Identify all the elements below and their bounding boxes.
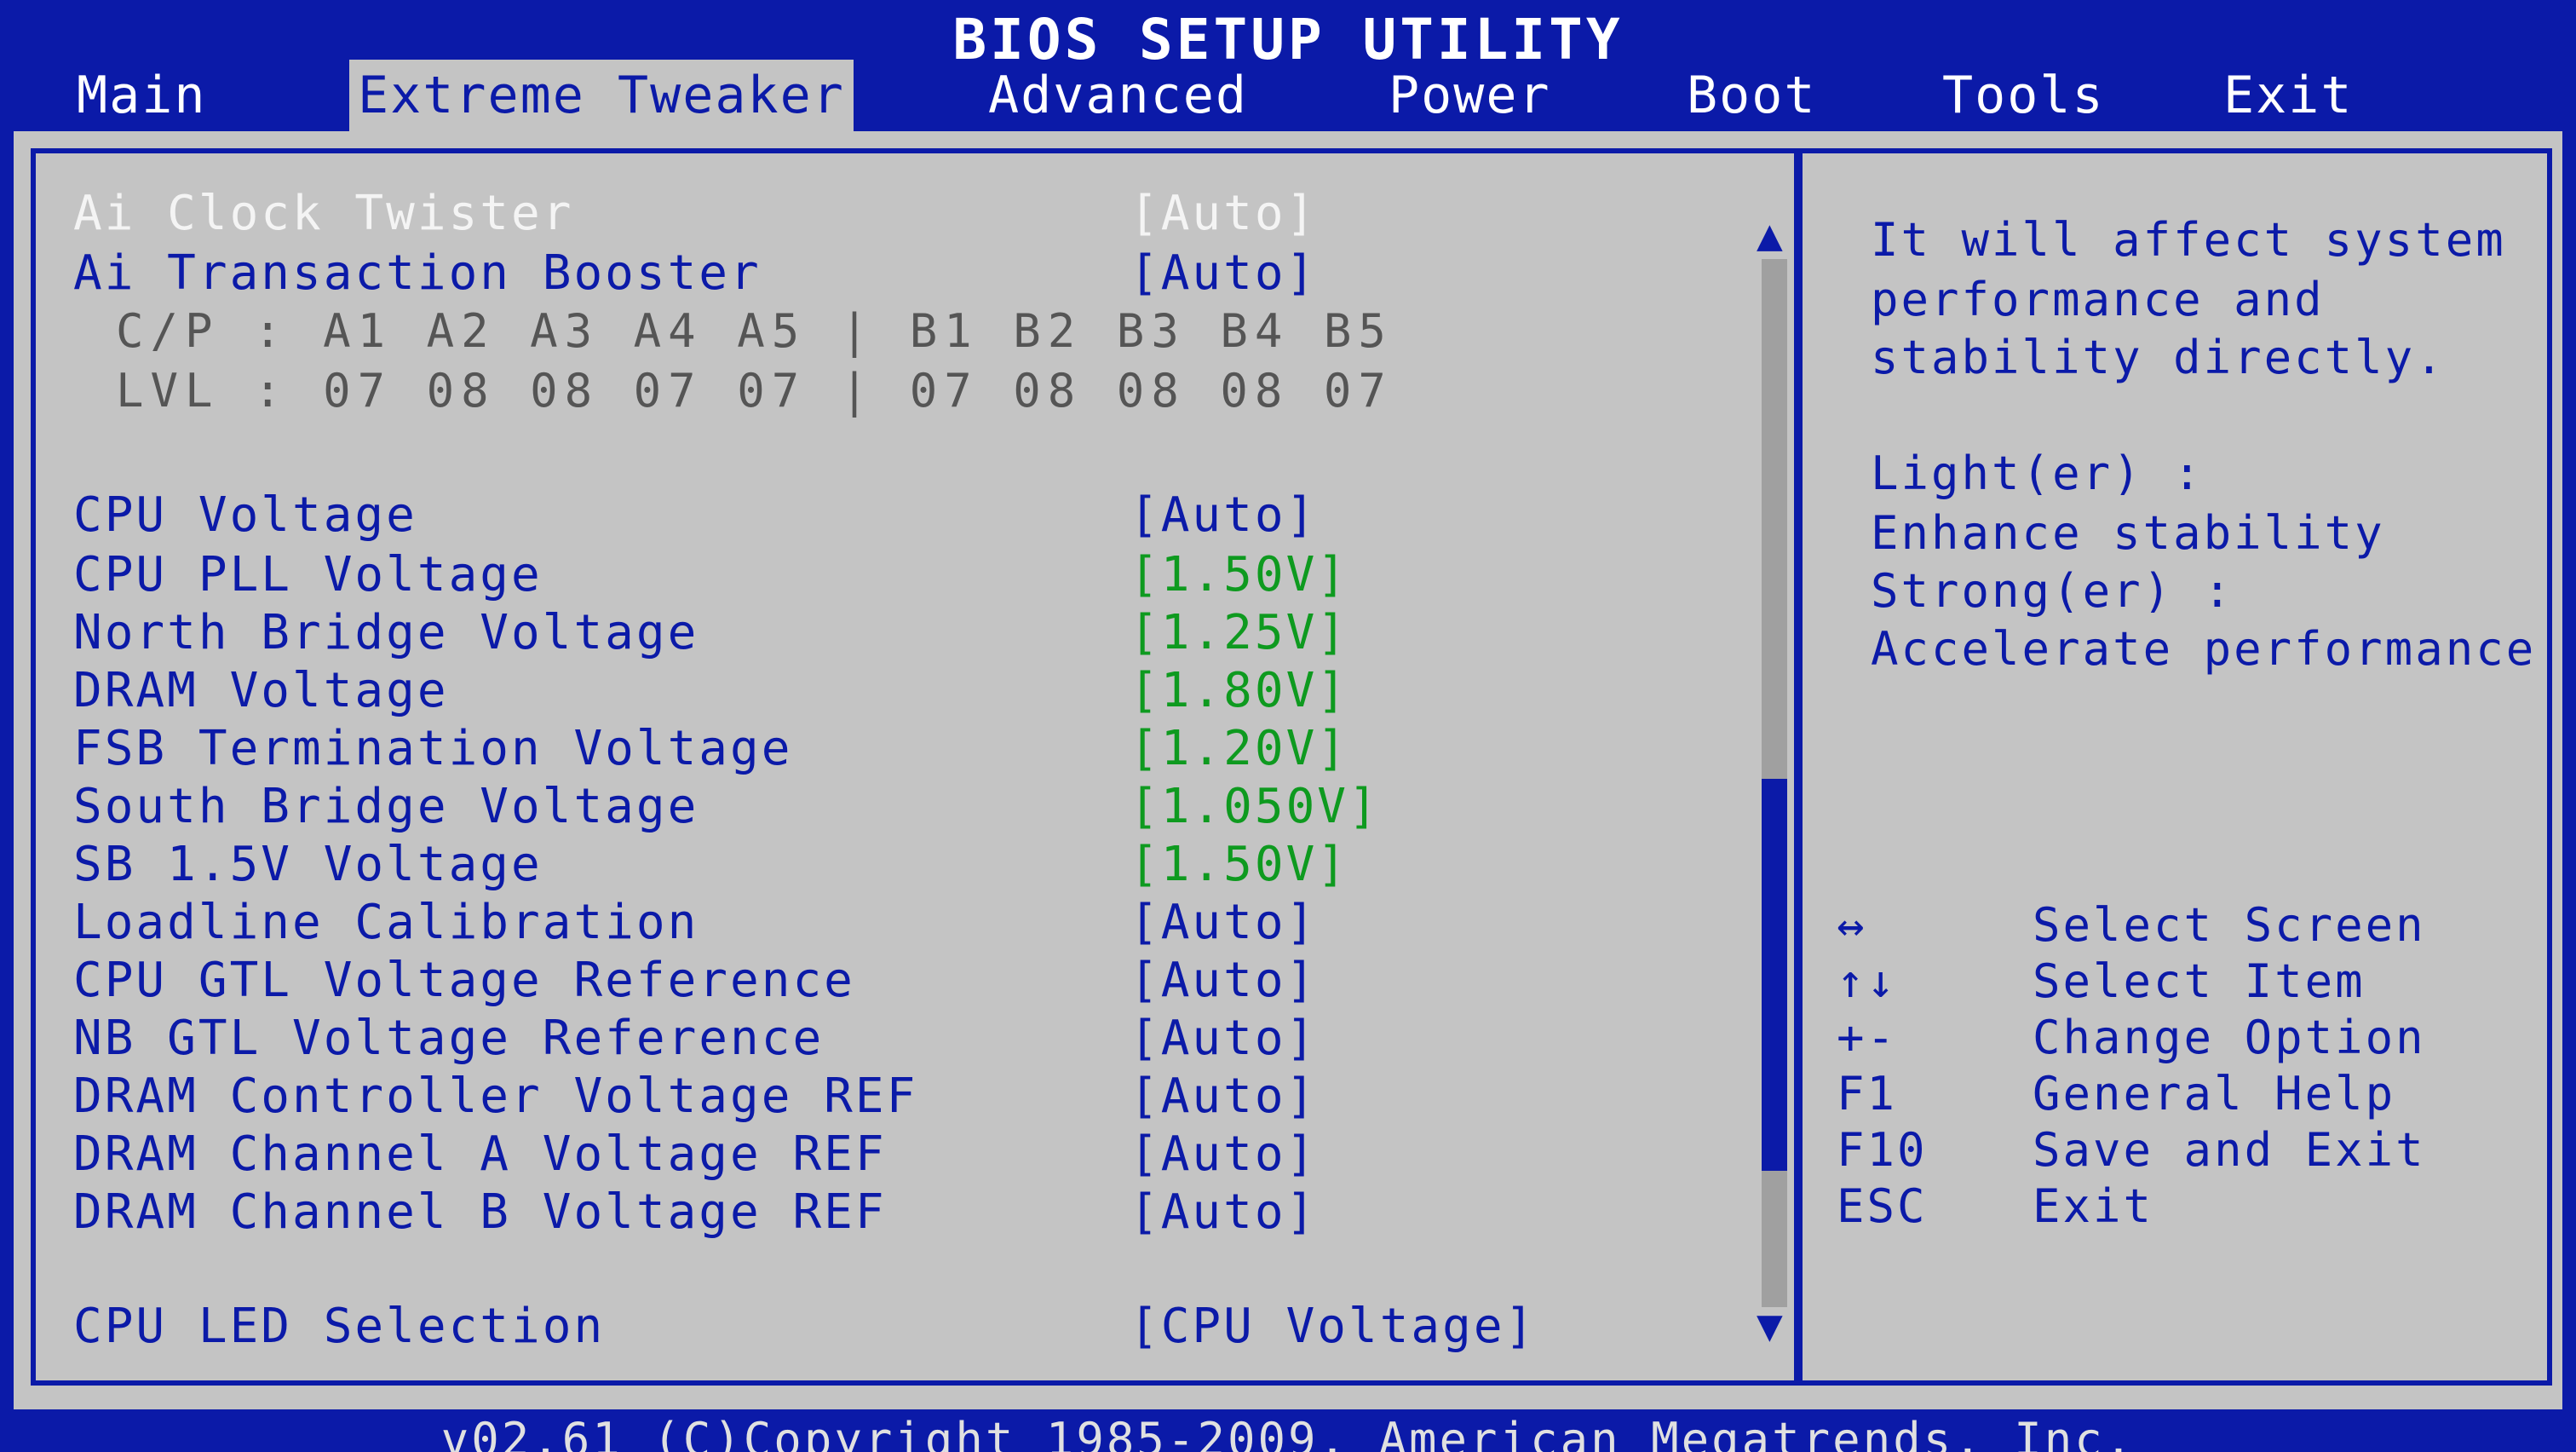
setting-label: CPU PLL Voltage (73, 547, 543, 602)
setting-label: DRAM Controller Voltage REF (73, 1069, 918, 1124)
key-description: Change Option (2033, 1011, 2426, 1064)
setting-cpu-voltage[interactable]: CPU Voltage [Auto] (73, 487, 1777, 544)
tab-advanced[interactable]: Advanced (980, 60, 1256, 131)
setting-label: North Bridge Voltage (73, 605, 699, 660)
setting-dram-controller-voltage-ref[interactable]: DRAM Controller Voltage REF [Auto] (73, 1069, 1777, 1125)
setting-value[interactable]: [Auto] (1130, 1184, 1317, 1241)
setting-value[interactable]: [1.050V] (1130, 779, 1380, 835)
key-legend-save-and-exit: F10 Save and Exit (1837, 1123, 2552, 1178)
setting-value[interactable]: [1.25V] (1130, 605, 1348, 661)
setting-value[interactable]: [CPU Voltage] (1130, 1299, 1536, 1355)
help-text-line: Accelerate performance (1871, 622, 2537, 676)
setting-sb-1-5v-voltage[interactable]: SB 1.5V Voltage [1.50V] (73, 837, 1777, 893)
help-text-line: stability directly. (1871, 331, 2446, 384)
setting-cpu-pll-voltage[interactable]: CPU PLL Voltage [1.50V] (73, 547, 1777, 603)
setting-label: CPU GTL Voltage Reference (73, 953, 855, 1008)
scroll-down-arrow-icon[interactable]: ▼ (1757, 1307, 1783, 1346)
key-legend-select-screen: ↔ Select Screen (1837, 898, 2552, 953)
setting-value[interactable]: [1.80V] (1130, 663, 1348, 719)
setting-dram-channel-a-voltage-ref[interactable]: DRAM Channel A Voltage REF [Auto] (73, 1126, 1777, 1183)
setting-cpu-led-selection[interactable]: CPU LED Selection [CPU Voltage] (73, 1299, 1777, 1355)
plus-minus-key: +- (1837, 1011, 1898, 1064)
key-description: Select Screen (2033, 898, 2426, 952)
key-description: Save and Exit (2033, 1123, 2426, 1177)
key-legend-general-help: F1 General Help (1837, 1067, 2552, 1121)
key-legend-change-option: +- Change Option (1837, 1011, 2552, 1065)
left-right-arrow-icon: ↔ (1837, 898, 1867, 952)
setting-label: FSB Termination Voltage (73, 721, 793, 776)
setting-label: CPU LED Selection (73, 1299, 606, 1354)
esc-key: ESC (1837, 1179, 1928, 1233)
setting-label: CPU Voltage (73, 487, 417, 543)
tab-boot[interactable]: Boot (1678, 60, 1826, 131)
setting-value[interactable]: [Auto] (1130, 186, 1317, 242)
tab-tools[interactable]: Tools (1934, 60, 2113, 131)
panel-divider (1794, 148, 1799, 1386)
scrollbar[interactable] (1762, 259, 1787, 1307)
setting-value[interactable]: [Auto] (1130, 1069, 1317, 1125)
setting-dram-channel-b-voltage-ref[interactable]: DRAM Channel B Voltage REF [Auto] (73, 1184, 1777, 1241)
setting-value[interactable]: [Auto] (1130, 487, 1317, 544)
key-legend-select-item: ↑↓ Select Item (1837, 954, 2552, 1009)
setting-value[interactable]: [Auto] (1130, 245, 1317, 302)
setting-north-bridge-voltage[interactable]: North Bridge Voltage [1.25V] (73, 605, 1777, 661)
help-text-line: Enhance stability (1871, 506, 2385, 560)
setting-fsb-termination-voltage[interactable]: FSB Termination Voltage [1.20V] (73, 721, 1777, 777)
copyright-footer: v02.61 (C)Copyright 1985-2009, American … (440, 1413, 2136, 1452)
setting-label: NB GTL Voltage Reference (73, 1011, 825, 1066)
key-description: Exit (2033, 1179, 2154, 1233)
setting-label: South Bridge Voltage (73, 779, 699, 834)
setting-value[interactable]: [1.20V] (1130, 721, 1348, 777)
booster-cp-line: C/P : A1 A2 A3 A4 A5 | B1 B2 B3 B4 B5 (116, 304, 1393, 358)
setting-label: DRAM Channel A Voltage REF (73, 1126, 887, 1182)
key-description: General Help (2033, 1067, 2396, 1121)
setting-cpu-gtl-voltage-reference[interactable]: CPU GTL Voltage Reference [Auto] (73, 953, 1777, 1009)
tab-extreme-tweaker[interactable]: Extreme Tweaker (349, 60, 854, 131)
f10-key: F10 (1837, 1123, 1928, 1177)
setting-value[interactable]: [Auto] (1130, 895, 1317, 951)
scroll-up-arrow-icon[interactable]: ▲ (1757, 216, 1783, 256)
key-legend-exit: ESC Exit (1837, 1179, 2552, 1234)
setting-value[interactable]: [Auto] (1130, 1011, 1317, 1067)
setting-ai-transaction-booster[interactable]: Ai Transaction Booster [Auto] (73, 245, 1777, 302)
key-description: Select Item (2033, 954, 2366, 1008)
setting-label: Loadline Calibration (73, 895, 699, 950)
help-text-line: It will affect system (1871, 213, 2506, 267)
setting-value[interactable]: [1.50V] (1130, 547, 1348, 603)
setting-ai-clock-twister[interactable]: Ai Clock Twister [Auto] (73, 186, 1777, 242)
settings-panel: Ai Clock Twister [Auto] Ai Transaction B… (14, 131, 2562, 1409)
up-down-arrow-icon: ↑↓ (1837, 954, 1898, 1008)
setting-label: DRAM Voltage (73, 663, 449, 718)
setting-nb-gtl-voltage-reference[interactable]: NB GTL Voltage Reference [Auto] (73, 1011, 1777, 1067)
tab-main[interactable]: Main (68, 60, 216, 131)
setting-label: DRAM Channel B Voltage REF (73, 1184, 887, 1240)
booster-lvl-line: LVL : 07 08 08 07 07 | 07 08 08 08 07 (116, 364, 1393, 418)
help-text-line: Light(er) : (1871, 447, 2204, 500)
help-text-line: Strong(er) : (1871, 564, 2234, 618)
setting-label: Ai Clock Twister (73, 186, 574, 241)
scroll-thumb[interactable] (1762, 779, 1787, 1171)
tab-power[interactable]: Power (1380, 60, 1560, 131)
setting-dram-voltage[interactable]: DRAM Voltage [1.80V] (73, 663, 1777, 719)
menu-bar: Main Extreme Tweaker Advanced Power Boot… (0, 60, 2576, 131)
tab-exit[interactable]: Exit (2215, 60, 2362, 131)
setting-south-bridge-voltage[interactable]: South Bridge Voltage [1.050V] (73, 779, 1777, 835)
setting-loadline-calibration[interactable]: Loadline Calibration [Auto] (73, 895, 1777, 951)
setting-label: SB 1.5V Voltage (73, 837, 543, 892)
setting-value[interactable]: [Auto] (1130, 1126, 1317, 1183)
f1-key: F1 (1837, 1067, 1898, 1121)
setting-value[interactable]: [Auto] (1130, 953, 1317, 1009)
setting-label: Ai Transaction Booster (73, 245, 762, 301)
bios-screen: BIOS SETUP UTILITY Main Extreme Tweaker … (0, 0, 2576, 1452)
help-text-line: performance and (1871, 273, 2325, 326)
setting-value[interactable]: [1.50V] (1130, 837, 1348, 893)
